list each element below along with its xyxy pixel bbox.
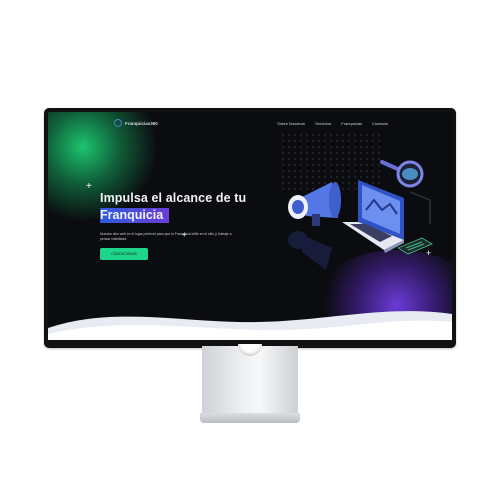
contact-button[interactable]: CONTACTANOS [100,248,148,260]
laptop-icon [342,180,404,253]
nav-link-sobre-nosotros[interactable]: Sobre Nosotros [277,121,305,126]
megaphone-icon [288,182,341,226]
nav-link-servicios[interactable]: Servicios [315,121,331,126]
sparkle-icon: + [86,181,92,192]
nav-menu: Sobre Nosotros Servicios Franquicias Con… [277,121,388,126]
bottom-wave [48,311,452,340]
magnifier-icon [380,160,424,188]
logo-text: Franquicias360 [125,120,158,126]
stand-base [200,413,300,423]
megaphone-reflection [288,231,332,270]
hero-description: Nuestro sitio web es el lugar perfecto p… [100,232,232,241]
marketing-illustration [288,160,433,270]
hero-section: Impulsa el alcance de tu Franquicia Nues… [100,190,246,260]
logo-icon [114,119,122,127]
logo[interactable]: Franquicias360 [114,119,158,127]
website-screen: Franquicias360 Sobre Nosotros Servicios … [48,112,452,340]
sparkle-icon: + [426,248,432,258]
hero-title: Impulsa el alcance de tu [100,191,247,205]
hero-title-highlight: Franquicia [100,208,170,223]
nav-link-franquicias[interactable]: Franquicias [341,121,362,126]
navbar: Franquicias360 Sobre Nosotros Servicios … [48,112,452,134]
monitor-stand [202,346,298,416]
nav-link-contacto[interactable]: Contacto [372,121,388,126]
monitor: Franquicias360 Sobre Nosotros Servicios … [44,108,456,348]
